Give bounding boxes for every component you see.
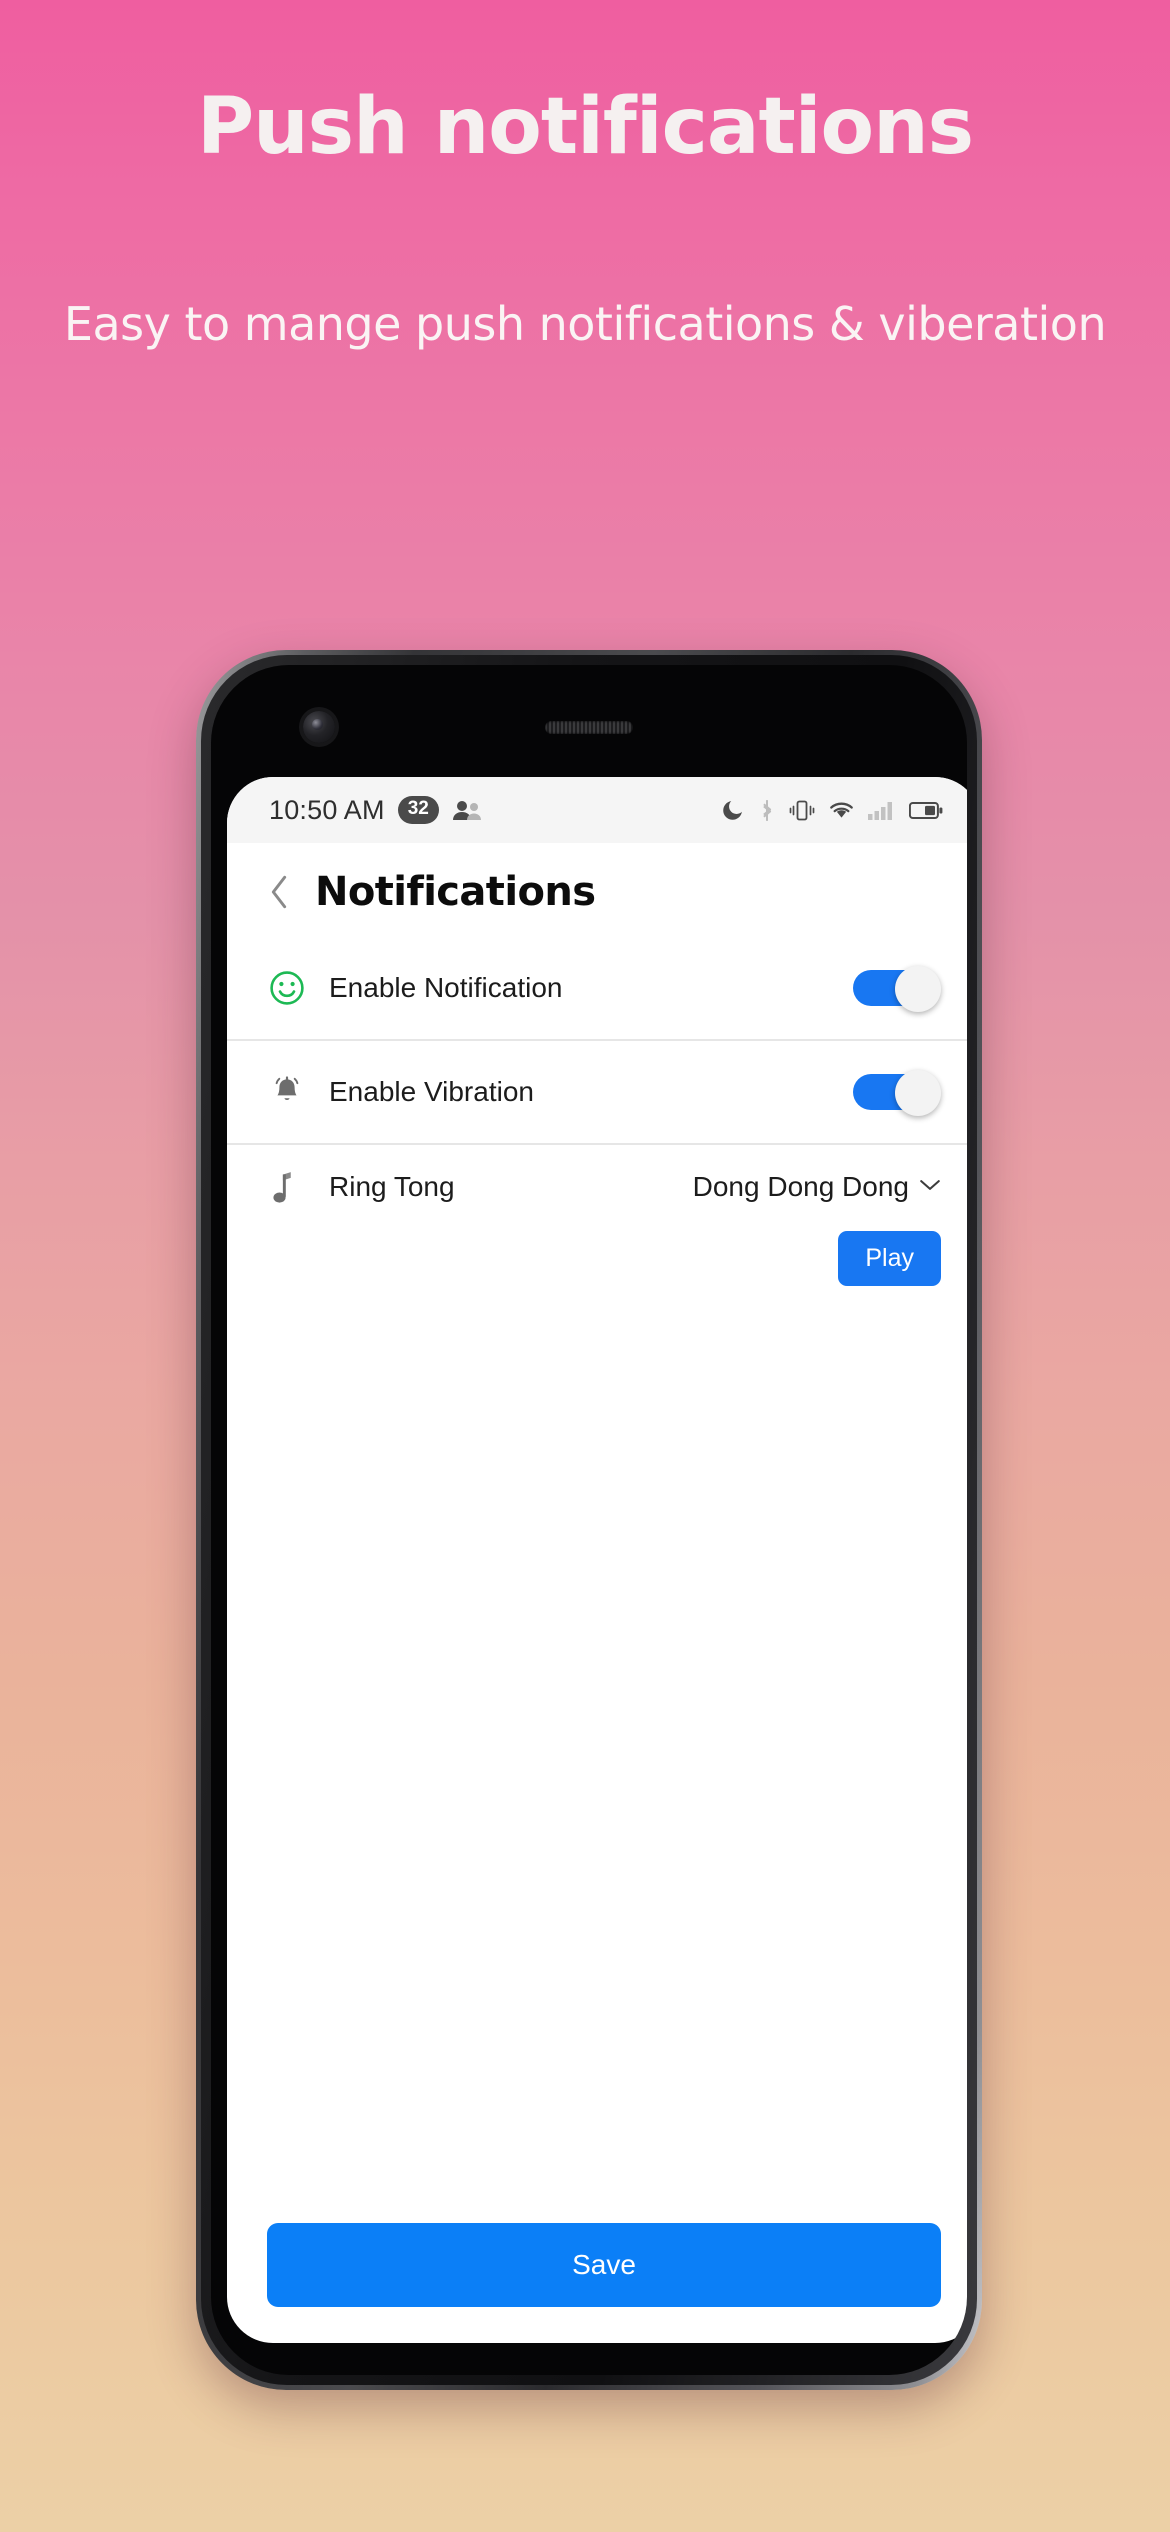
chevron-down-icon bbox=[919, 1178, 941, 1197]
ringtone-dropdown[interactable]: Dong Dong Dong bbox=[693, 1171, 941, 1203]
row-enable-vibration[interactable]: Enable Vibration bbox=[227, 1041, 967, 1145]
row-label: Ring Tong bbox=[329, 1171, 455, 1202]
music-note-icon bbox=[269, 1171, 321, 1207]
play-button-container: Play bbox=[269, 1207, 941, 1286]
app-bar: Notifications bbox=[227, 843, 967, 937]
ringtone-value: Dong Dong Dong bbox=[692, 1171, 909, 1202]
toggle-knob bbox=[895, 1070, 941, 1116]
status-bar-left: 10:50 AM 32 bbox=[269, 795, 482, 826]
row-ring-tone[interactable]: Ring Tong Dong Dong Dong Play bbox=[227, 1145, 967, 1286]
battery-icon bbox=[909, 800, 943, 821]
wifi-icon bbox=[828, 799, 855, 821]
earpiece-speaker-icon bbox=[545, 721, 633, 734]
front-camera-icon bbox=[303, 711, 335, 743]
status-bar-right bbox=[720, 798, 943, 823]
phone-screen: 10:50 AM 32 Notifications Enable Notific… bbox=[227, 777, 967, 2343]
bell-ringing-icon bbox=[269, 1074, 321, 1110]
settings-list: Enable Notification Enable Vibration Rin… bbox=[227, 937, 967, 2343]
notification-count-badge: 32 bbox=[397, 796, 439, 824]
contacts-icon bbox=[452, 799, 482, 821]
dnd-moon-icon bbox=[720, 798, 745, 823]
back-chevron-icon[interactable] bbox=[269, 875, 289, 909]
play-button[interactable]: Play bbox=[838, 1231, 941, 1286]
page-title: Notifications bbox=[315, 869, 596, 915]
promo-title: Push notifications bbox=[196, 82, 974, 172]
row-label: Enable Notification bbox=[329, 972, 563, 1003]
bluetooth-icon bbox=[758, 798, 776, 823]
signal-icon bbox=[868, 799, 896, 821]
save-button[interactable]: Save bbox=[267, 2223, 941, 2307]
phone-mockup: 10:50 AM 32 Notifications Enable Notific… bbox=[196, 650, 982, 2390]
phone-body: 10:50 AM 32 Notifications Enable Notific… bbox=[211, 665, 967, 2375]
save-button-container: Save bbox=[227, 2223, 967, 2343]
toggle-enable-notification[interactable] bbox=[853, 966, 941, 1012]
row-enable-notification[interactable]: Enable Notification bbox=[227, 937, 967, 1041]
toggle-knob bbox=[895, 966, 941, 1012]
vibrate-icon bbox=[789, 798, 815, 823]
promo-subtitle: Easy to mange push notifications & viber… bbox=[63, 297, 1107, 351]
phone-bezel-mid: 10:50 AM 32 Notifications Enable Notific… bbox=[201, 655, 977, 2385]
status-time: 10:50 AM bbox=[269, 794, 385, 825]
status-bar: 10:50 AM 32 bbox=[227, 777, 967, 843]
smiley-face-icon bbox=[269, 970, 321, 1006]
row-label: Enable Vibration bbox=[329, 1076, 534, 1107]
toggle-enable-vibration[interactable] bbox=[853, 1070, 941, 1116]
